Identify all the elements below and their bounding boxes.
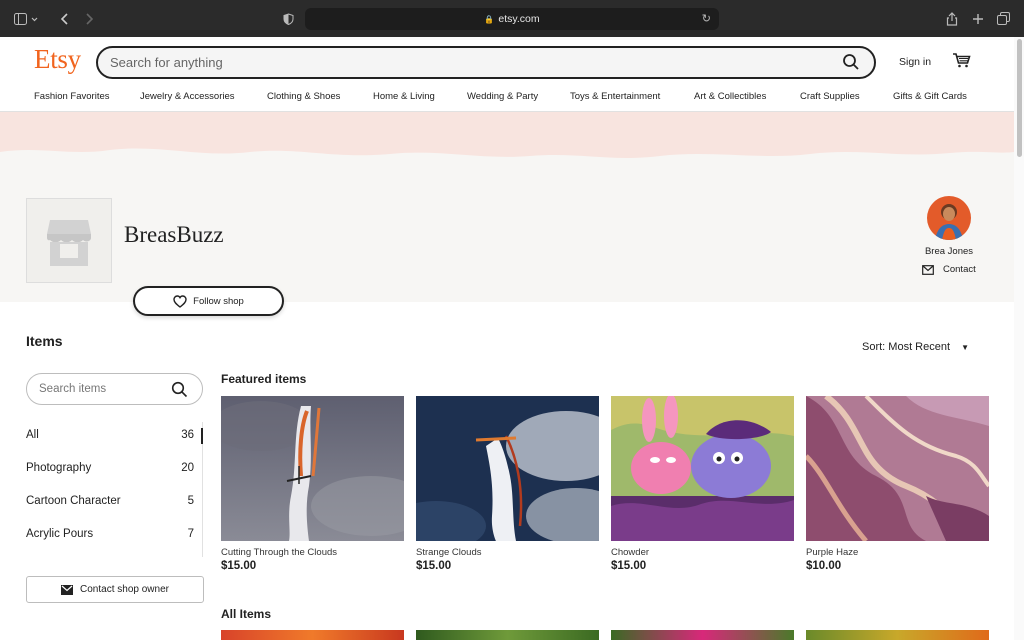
search-icon[interactable] [842,53,860,76]
mail-icon [922,264,934,275]
listing-title[interactable]: Cutting Through the Clouds [221,547,404,558]
privacy-shield-icon[interactable] [283,0,294,37]
section-item-cartoon-character[interactable]: Cartoon Character 5 [26,495,194,507]
category-nav: Fashion Favorites Jewelry & Accessories … [0,91,1014,107]
browser-toolbar: 🔒 etsy.com ↻ [0,0,1024,37]
listing-price: $10.00 [806,560,842,572]
shop-owner[interactable]: Brea Jones [918,196,980,257]
search-placeholder: Search for anything [110,55,223,70]
shop-icon [26,198,112,283]
sign-in-link[interactable]: Sign in [899,56,931,68]
back-icon[interactable] [60,0,68,37]
section-count: 36 [181,429,194,441]
category-link[interactable]: Craft Supplies [800,91,860,102]
listing-image[interactable] [611,396,794,541]
scrollbar-thumb[interactable] [1017,39,1022,157]
section-label: Photography [26,462,92,474]
reload-icon[interactable]: ↻ [702,12,711,25]
listing-card[interactable]: Purple Haze $10.00 [806,396,989,572]
cart-icon[interactable] [952,52,971,74]
etsy-logo[interactable]: Etsy [34,46,81,73]
new-tab-icon[interactable] [972,0,984,37]
owner-name: Brea Jones [924,246,974,257]
category-link[interactable]: Toys & Entertainment [570,91,660,102]
listing-card[interactable]: Cutting Through the Clouds $15.00 [221,396,404,572]
section-list-scrollbar[interactable] [201,422,203,557]
section-item-acrylic-pours[interactable]: Acrylic Pours 7 [26,528,194,540]
listing-title[interactable]: Strange Clouds [416,547,599,558]
forward-icon[interactable] [86,0,94,37]
section-count: 7 [187,528,194,540]
items-heading: Items [26,333,63,349]
listing-image[interactable] [416,630,599,640]
contact-link[interactable]: Contact [922,264,976,275]
category-link[interactable]: Art & Collectibles [694,91,766,102]
address-bar[interactable]: 🔒 etsy.com ↻ [305,8,719,30]
follow-label: Follow shop [193,295,244,307]
item-search-input[interactable]: Search items [26,373,203,405]
tab-overview-icon[interactable] [997,0,1010,37]
category-link[interactable]: Fashion Favorites [34,91,110,102]
sort-dropdown[interactable]: Sort: Most Recent ▼ [862,341,969,353]
active-section-indicator [201,428,203,444]
listing-image[interactable] [221,396,404,541]
listing-card[interactable]: Chowder $15.00 [611,396,794,572]
category-link[interactable]: Clothing & Shoes [267,91,340,102]
heart-icon [173,294,187,308]
url-text: etsy.com [498,13,540,25]
listing-image[interactable] [611,630,794,640]
section-item-photography[interactable]: Photography 20 [26,462,194,474]
listing-title[interactable]: Purple Haze [806,547,989,558]
search-input[interactable]: Search for anything [96,46,876,79]
featured-heading: Featured items [221,372,307,386]
shop-banner [0,112,1014,302]
site-header: Etsy Search for anything Sign in Fashion… [0,37,1024,112]
category-link[interactable]: Gifts & Gift Cards [893,91,967,102]
contact-owner-label: Contact shop owner [80,584,169,595]
listing-image[interactable] [806,396,989,541]
contact-label: Contact [943,264,976,275]
all-items-heading: All Items [221,607,272,621]
lock-icon: 🔒 [484,14,495,24]
share-icon[interactable] [946,0,958,37]
section-count: 5 [187,495,194,507]
sidebar-toggle-icon[interactable] [14,0,40,37]
listing-title[interactable]: Chowder [611,547,794,558]
listing-price: $15.00 [416,560,452,572]
category-link[interactable]: Wedding & Party [467,91,538,102]
page-scrollbar[interactable] [1014,37,1024,640]
search-icon[interactable] [171,381,188,403]
item-search-placeholder: Search items [39,383,107,395]
category-link[interactable]: Jewelry & Accessories [140,91,235,102]
shop-name: BreasBuzz [124,222,224,247]
section-label: Cartoon Character [26,495,121,507]
avatar[interactable] [927,196,971,240]
section-count: 20 [181,462,194,474]
caret-down-icon: ▼ [961,343,970,352]
contact-shop-owner-button[interactable]: Contact shop owner [26,576,204,603]
section-label: All [26,429,39,441]
category-link[interactable]: Home & Living [373,91,435,102]
listing-price: $15.00 [221,560,257,572]
section-item-all[interactable]: All 36 [26,429,194,441]
listing-price: $15.00 [611,560,647,572]
mail-icon [61,584,74,595]
listing-image[interactable] [221,630,404,640]
listing-image[interactable] [416,396,599,541]
follow-shop-button[interactable]: Follow shop [133,286,284,316]
section-label: Acrylic Pours [26,528,94,540]
listing-card[interactable]: Strange Clouds $15.00 [416,396,599,572]
sort-label: Sort: Most Recent [862,341,951,353]
listing-image[interactable] [806,630,989,640]
